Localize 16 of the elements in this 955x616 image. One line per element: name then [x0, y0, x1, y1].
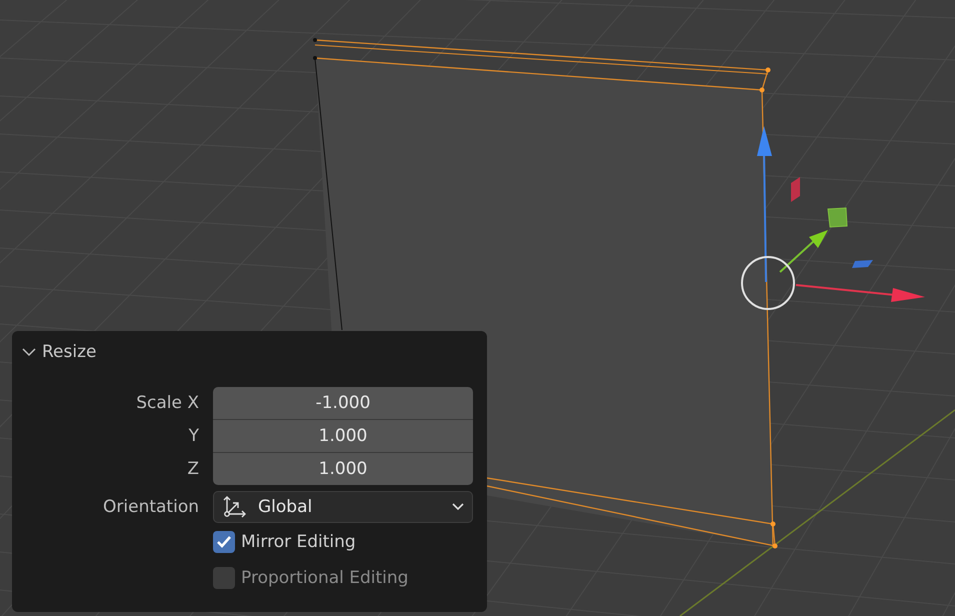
number-field[interactable]: 1.000: [213, 453, 473, 485]
field-label: Scale X: [135, 392, 199, 415]
collapse-caret-icon[interactable]: [22, 347, 36, 357]
field-label: Orientation: [102, 496, 199, 519]
orientation-dropdown[interactable]: Global: [213, 491, 473, 523]
checkmark-icon: [216, 535, 232, 549]
field-label: Z: [186, 458, 199, 481]
axes-icon: [222, 496, 246, 518]
panel-title: Resize: [42, 342, 96, 362]
transform-gizmo[interactable]: [741, 126, 925, 310]
checkbox-option[interactable]: Mirror Editing: [213, 524, 473, 560]
number-field[interactable]: 1.000: [213, 420, 473, 453]
chevron-down-icon: [452, 503, 464, 511]
field-label: Y: [188, 425, 199, 448]
number-field[interactable]: -1.000: [213, 387, 473, 420]
checkbox[interactable]: [213, 531, 235, 553]
